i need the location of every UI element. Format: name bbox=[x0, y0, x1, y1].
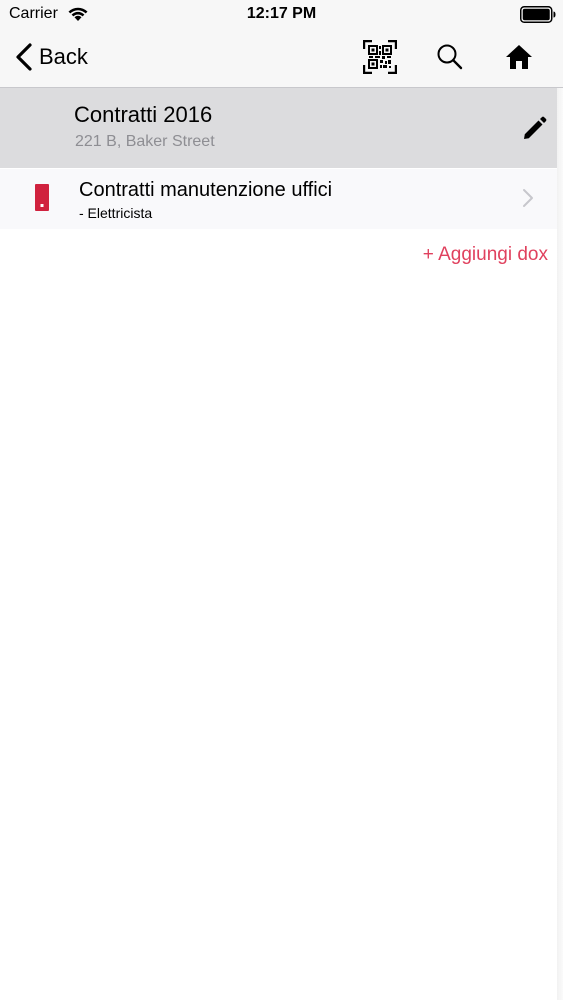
back-label: Back bbox=[39, 44, 88, 69]
scrollbar-track bbox=[557, 88, 563, 1000]
qr-code-icon bbox=[363, 40, 397, 74]
folder-header: Contratti 2016 221 B, Baker Street bbox=[0, 88, 557, 168]
home-button[interactable] bbox=[501, 39, 537, 75]
folder-address: 221 B, Baker Street bbox=[75, 133, 215, 150]
status-time: 12:17 PM bbox=[246, 5, 317, 22]
list-item[interactable]: Contratti manutenzione uffici - Elettric… bbox=[0, 169, 557, 229]
document-title: Contratti manutenzione uffici bbox=[79, 179, 333, 201]
pencil-icon[interactable] bbox=[521, 116, 547, 142]
add-dox-button[interactable]: + Aggiungi dox bbox=[423, 244, 548, 266]
home-icon bbox=[506, 45, 532, 69]
battery-icon bbox=[520, 6, 556, 23]
chevron-right-icon bbox=[523, 189, 533, 207]
folder-title: Contratti 2016 bbox=[74, 102, 213, 127]
back-button[interactable]: Back bbox=[14, 40, 88, 74]
document-badge-icon bbox=[35, 184, 49, 211]
document-subtitle: - Elettricista bbox=[79, 205, 153, 221]
search-button[interactable] bbox=[432, 39, 468, 75]
chevron-left-icon bbox=[16, 43, 32, 71]
navigation-bar: Back bbox=[0, 30, 563, 88]
status-bar: Carrier 12:17 PM bbox=[0, 0, 563, 30]
search-icon bbox=[437, 44, 463, 70]
qr-scan-button[interactable] bbox=[362, 39, 398, 75]
